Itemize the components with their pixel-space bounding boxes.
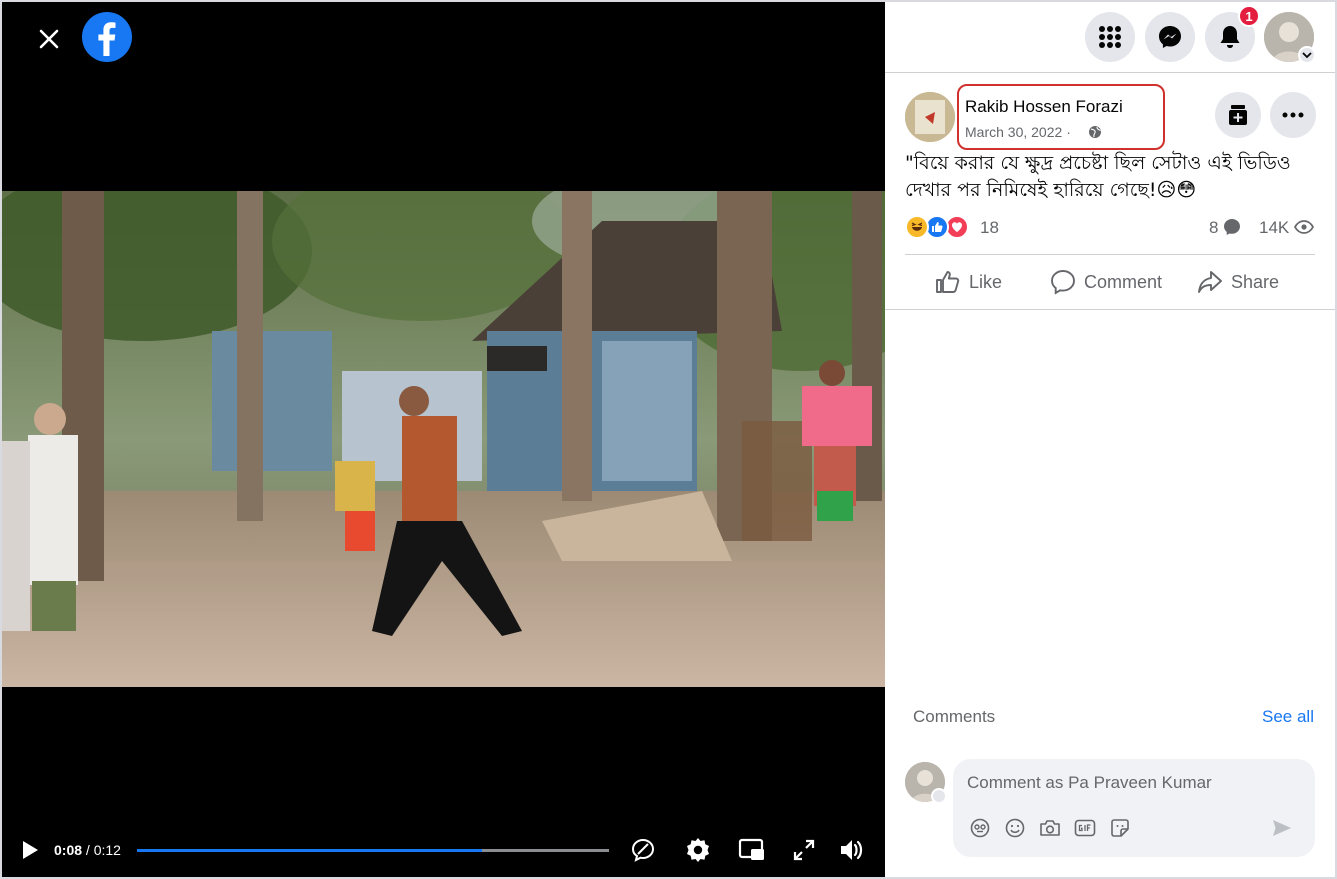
more-horizontal-icon bbox=[1282, 112, 1304, 118]
view-count: 14K bbox=[1259, 218, 1315, 238]
video-pane: 0:08 / 0:12 bbox=[2, 2, 885, 877]
duration: 0:12 bbox=[93, 842, 121, 858]
fullscreen-icon bbox=[793, 839, 815, 861]
gif-button[interactable] bbox=[1074, 817, 1096, 839]
messenger-icon bbox=[1159, 26, 1181, 48]
avatar-sticker-icon bbox=[970, 818, 990, 838]
fullscreen-button[interactable] bbox=[790, 836, 818, 864]
post-date-separator: · bbox=[1066, 124, 1071, 140]
play-button[interactable] bbox=[16, 836, 44, 864]
time-separator: / bbox=[85, 842, 90, 858]
actions-divider bbox=[885, 309, 1335, 310]
comment-input[interactable]: Comment as Pa Praveen Kumar bbox=[967, 773, 1297, 793]
menu-button[interactable] bbox=[1085, 12, 1135, 62]
top-divider bbox=[885, 72, 1335, 73]
post-date[interactable]: March 30, 2022 · bbox=[965, 124, 1071, 140]
video-frame[interactable] bbox=[2, 191, 885, 687]
bell-icon bbox=[1220, 26, 1240, 48]
progress-bar[interactable] bbox=[137, 849, 609, 852]
sticker-icon bbox=[1111, 819, 1129, 837]
video-scene bbox=[2, 191, 885, 687]
top-bar: 1 bbox=[885, 2, 1335, 72]
see-all-comments-link[interactable]: See all bbox=[1262, 707, 1314, 727]
sticker-button[interactable] bbox=[1109, 817, 1131, 839]
miniplayer-button[interactable] bbox=[738, 836, 766, 864]
haha-reaction-icon bbox=[905, 215, 929, 239]
volume-button[interactable] bbox=[838, 836, 866, 864]
author-avatar-image bbox=[905, 92, 955, 142]
save-post-button[interactable] bbox=[1215, 92, 1261, 138]
comment-bubble-icon bbox=[1224, 219, 1241, 235]
share-icon bbox=[1198, 271, 1222, 293]
comments-heading: Comments bbox=[913, 707, 996, 726]
save-icon bbox=[1229, 105, 1247, 125]
post-caption: "বিয়ে করার যে ক্ষুদ্র প্রচেষ্টা ছিল সেট… bbox=[905, 152, 1291, 201]
captions-off-button[interactable] bbox=[629, 836, 657, 864]
post-date-text: March 30, 2022 bbox=[965, 124, 1063, 140]
facebook-logo[interactable] bbox=[82, 12, 132, 62]
gear-icon bbox=[687, 838, 709, 862]
time-display: 0:08 / 0:12 bbox=[54, 842, 121, 858]
reaction-count[interactable]: 18 bbox=[980, 218, 999, 238]
comment-composer: Comment as Pa Praveen Kumar bbox=[953, 759, 1315, 857]
comment-count[interactable]: 8 bbox=[1209, 218, 1241, 238]
emoji-button[interactable] bbox=[1004, 817, 1026, 839]
send-comment-button[interactable] bbox=[1271, 817, 1293, 839]
photo-button[interactable] bbox=[1039, 817, 1061, 839]
eye-icon bbox=[1293, 220, 1315, 234]
comment-label: Comment bbox=[1084, 271, 1163, 292]
avatar-sticker-button[interactable] bbox=[969, 817, 991, 839]
video-controls: 0:08 / 0:12 bbox=[2, 830, 885, 870]
comment-icon bbox=[1051, 270, 1075, 295]
captions-off-icon bbox=[631, 838, 655, 862]
play-icon bbox=[23, 841, 38, 859]
share-button[interactable]: Share bbox=[1197, 260, 1279, 304]
facebook-f-icon bbox=[98, 22, 116, 56]
settings-button[interactable] bbox=[684, 836, 712, 864]
like-button[interactable]: Like bbox=[935, 260, 1002, 304]
chevron-down-icon bbox=[1302, 52, 1312, 59]
notification-badge: 1 bbox=[1238, 5, 1260, 27]
current-user-caret bbox=[931, 788, 947, 804]
comment-count-value: 8 bbox=[1209, 218, 1219, 237]
comment-button[interactable]: Comment bbox=[1050, 260, 1162, 304]
globe-icon bbox=[1089, 126, 1101, 138]
view-count-value: 14K bbox=[1259, 218, 1290, 237]
speaker-icon bbox=[841, 840, 863, 860]
post-pane: 1 Rakib Hossen Forazi March 30, 2022 · "… bbox=[885, 2, 1335, 877]
close-button[interactable] bbox=[30, 20, 68, 58]
author-highlight-box bbox=[957, 84, 1165, 150]
like-label: Like bbox=[969, 271, 1003, 292]
author-name[interactable]: Rakib Hossen Forazi bbox=[965, 97, 1123, 117]
more-options-button[interactable] bbox=[1270, 92, 1316, 138]
author-avatar[interactable] bbox=[905, 92, 955, 142]
progress-fill bbox=[137, 849, 482, 852]
gif-icon bbox=[1074, 819, 1096, 837]
stats-divider bbox=[905, 254, 1315, 255]
messenger-button[interactable] bbox=[1145, 12, 1195, 62]
close-icon bbox=[39, 29, 59, 49]
thumbs-up-icon bbox=[936, 271, 960, 293]
send-icon bbox=[1273, 820, 1291, 836]
current-time: 0:08 bbox=[54, 842, 83, 858]
smiley-icon bbox=[1005, 818, 1025, 838]
share-label: Share bbox=[1231, 271, 1280, 292]
miniplayer-icon bbox=[738, 838, 764, 860]
camera-icon bbox=[1040, 820, 1060, 836]
grid-menu-icon bbox=[1099, 26, 1121, 48]
account-menu-caret[interactable] bbox=[1298, 46, 1316, 64]
